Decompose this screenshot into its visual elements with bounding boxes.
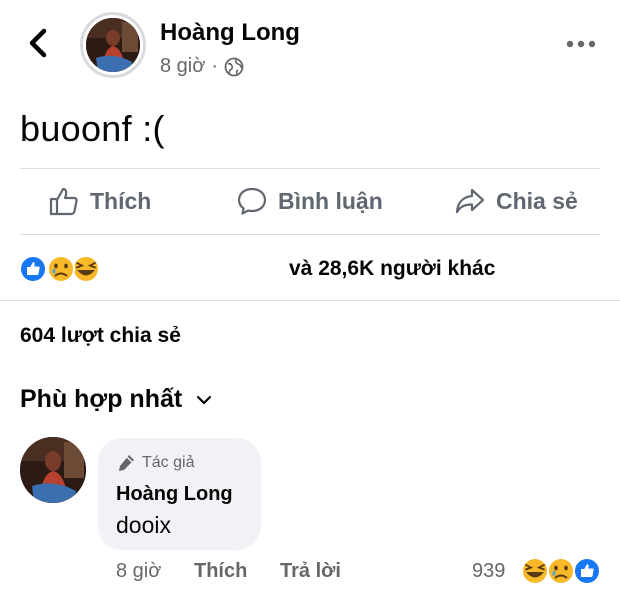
share-icon [455, 188, 485, 214]
comment-reaction-icons[interactable] [514, 556, 604, 586]
share-button[interactable]: Chia sẻ [454, 186, 578, 216]
author-avatar[interactable] [80, 12, 146, 78]
divider-top [20, 168, 600, 169]
like-label: Thích [90, 187, 152, 214]
chevron-down-icon [197, 395, 212, 404]
thumbs-up-icon [49, 187, 78, 216]
comment-like-button[interactable]: Thích [194, 560, 247, 583]
comment-bubble[interactable]: Tác giả Hoàng Long dooix [98, 438, 261, 550]
comment-avatar[interactable] [20, 437, 86, 503]
author-badge-label: Tác giả [142, 454, 195, 471]
like-button[interactable]: Thích [48, 186, 151, 216]
chevron-left-icon[interactable] [24, 26, 54, 60]
post-time[interactable]: 8 giờ [160, 55, 205, 78]
haha-icon [521, 557, 549, 585]
like-reaction-icon [573, 557, 601, 585]
comment-sort-dropdown[interactable]: Phù hợp nhất [20, 385, 212, 414]
like-reaction-icon [19, 255, 47, 283]
post-text: buoonf :( [20, 108, 165, 149]
divider-reactions [0, 300, 620, 301]
comment-button[interactable]: Bình luận [236, 186, 383, 216]
comment-icon [237, 187, 267, 215]
meta-separator: · [211, 55, 219, 77]
post-header: Hoàng Long 8 giờ · [0, 0, 620, 90]
share-count[interactable]: 604 lượt chia sẻ [20, 324, 181, 348]
author-name[interactable]: Hoàng Long [160, 19, 300, 47]
divider-actions [20, 234, 600, 235]
reaction-icons [19, 255, 100, 283]
comment-label: Bình luận [278, 187, 383, 214]
comment-reply-button[interactable]: Trả lời [280, 560, 341, 583]
comment-time: 8 giờ [116, 560, 162, 582]
more-horizontal-icon[interactable] [565, 38, 597, 50]
pen-icon [119, 455, 134, 471]
sort-label: Phù hợp nhất [20, 385, 183, 413]
comment-reaction-count[interactable]: 939 [472, 560, 505, 583]
haha-icon [72, 255, 100, 283]
post-meta: 8 giờ · [160, 55, 244, 78]
action-bar: Thích Bình luận Chia sẻ [0, 170, 620, 234]
reactions-summary[interactable]: và 28,6K người khác [0, 240, 620, 298]
avatar-image [86, 18, 140, 72]
sad-icon [547, 557, 575, 585]
comment-author[interactable]: Hoàng Long [116, 483, 233, 506]
sad-icon [47, 255, 75, 283]
reaction-summary-text[interactable]: và 28,6K người khác [289, 257, 495, 281]
share-label: Chia sẻ [496, 187, 578, 214]
author-badge: Tác giả [116, 453, 194, 473]
globe-icon [224, 57, 244, 76]
comment-text: dooix [116, 512, 171, 538]
